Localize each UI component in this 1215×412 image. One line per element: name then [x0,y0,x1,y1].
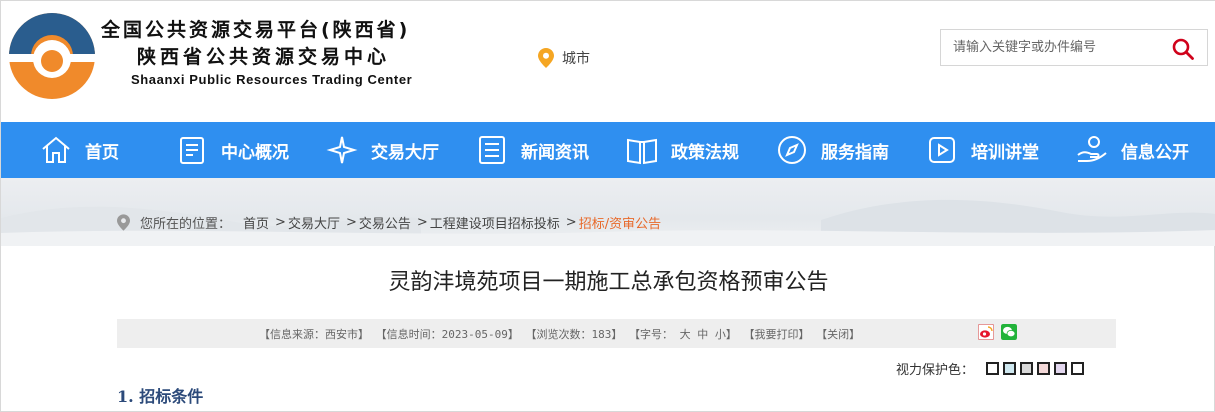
article-title: 灵韵沣境苑项目一期施工总承包资格预审公告 [388,270,829,295]
info-time: 【信息时间：2023-05-09】 [375,328,519,341]
nav-label: 新闻资讯 [521,142,589,163]
home-icon [42,136,70,163]
eye-color-purple[interactable] [1054,362,1068,375]
nav-label: 培训讲堂 [971,142,1039,163]
video-icon [929,137,955,163]
nav-item-trading-hall[interactable]: 交易大厅 [325,122,439,178]
site-header: 全国公共资源交易平台(陕西省) 陕西省公共资源交易中心 Shaanxi Publ… [1,1,1215,122]
breadcrumb: 您所在的位置： 首页 > 交易大厅 > 交易公告 > 工程建设项目招标投标 > … [117,213,661,232]
location-pin-icon [538,48,554,68]
city-label: 城市 [562,51,590,67]
sparkle-icon [326,136,358,164]
nav-item-news[interactable]: 新闻资讯 [475,122,589,178]
info-source: 【信息来源：西安市】 [259,328,369,341]
nav-item-service-guide[interactable]: 服务指南 [775,122,889,178]
eye-color-pink[interactable] [1037,362,1051,375]
nav-label: 服务指南 [821,142,889,163]
book-icon [627,138,657,165]
search-box [940,29,1208,66]
eye-color-gray[interactable] [1020,362,1034,375]
nav-item-home[interactable]: 首页 [39,122,119,178]
article-meta-bar: 【信息来源：西安市】 【信息时间：2023-05-09】 【浏览次数：183】 … [117,319,1116,348]
site-title-line2: 陕西省公共资源交易中心 [137,46,391,68]
wechat-share-icon[interactable] [1001,324,1017,340]
nav-item-training[interactable]: 培训讲堂 [925,122,1039,178]
city-selector[interactable]: 城市 [538,48,590,68]
breadcrumb-separator: > [345,215,357,230]
nav-item-policy[interactable]: 政策法规 [625,122,739,178]
document-icon [180,137,204,164]
eye-color-blue[interactable] [1003,362,1017,375]
breadcrumb-separator: > [275,215,286,230]
weibo-share-icon[interactable] [978,324,994,340]
eye-protection-colors: 视力保护色： [896,359,1085,378]
breadcrumb-link-home[interactable]: 首页 [243,213,269,232]
breadcrumb-banner: 您所在的位置： 首页 > 交易大厅 > 交易公告 > 工程建设项目招标投标 > … [1,178,1215,246]
breadcrumb-link-trading-hall[interactable]: 交易大厅 [288,213,340,232]
breadcrumb-separator: > [416,215,428,230]
font-size-small[interactable]: 小】 [715,328,737,341]
breadcrumb-link-announcements[interactable]: 交易公告 [359,213,411,232]
breadcrumb-link-engineering[interactable]: 工程建设项目招标投标 [430,213,560,232]
nav-label: 中心概况 [221,142,289,163]
site-title: 全国公共资源交易平台(陕西省) 陕西省公共资源交易中心 Shaanxi Publ… [101,17,412,89]
compass-icon [778,136,806,164]
mountain-background [1,199,1215,246]
nav-item-center-overview[interactable]: 中心概况 [175,122,289,178]
article-meta: 【信息来源：西安市】 【信息时间：2023-05-09】 【浏览次数：183】 … [259,326,860,342]
font-size-medium[interactable]: 中 [697,328,708,341]
nav-label: 首页 [85,142,119,163]
breadcrumb-current[interactable]: 招标/资审公告 [579,213,661,232]
section-heading: 1. 招标条件 [117,387,204,406]
hand-icon [1077,136,1107,162]
breadcrumb-prefix: 您所在的位置： [140,217,232,232]
site-title-english: Shaanxi Public Resources Trading Center [131,72,413,87]
nav-label: 信息公开 [1121,142,1189,163]
location-pin-icon [117,214,130,231]
eye-color-white[interactable] [986,362,1000,375]
view-count: 【浏览次数：183】 [525,328,623,341]
print-link[interactable]: 【我要打印】 [743,328,809,341]
main-nav: 首页 中心概况 交易大厅 新闻资讯 政策法规 服务指南 培训讲堂 信息公开 [1,122,1215,178]
nav-label: 交易大厅 [371,142,439,163]
font-size-large[interactable]: 大 [680,328,691,341]
news-icon [479,136,505,164]
site-logo[interactable] [7,11,97,101]
nav-item-info-disclosure[interactable]: 信息公开 [1075,122,1189,178]
breadcrumb-separator: > [565,215,577,230]
eye-protection-label: 视力保护色： [896,363,975,378]
nav-label: 政策法规 [671,142,739,163]
search-icon[interactable] [1171,37,1195,61]
close-link[interactable]: 【关闭】 [816,328,860,341]
font-size-label: 【字号： [628,328,673,341]
search-input[interactable] [941,30,1161,65]
eye-color-default[interactable] [1071,362,1085,375]
site-title-line1: 全国公共资源交易平台(陕西省) [101,19,411,41]
